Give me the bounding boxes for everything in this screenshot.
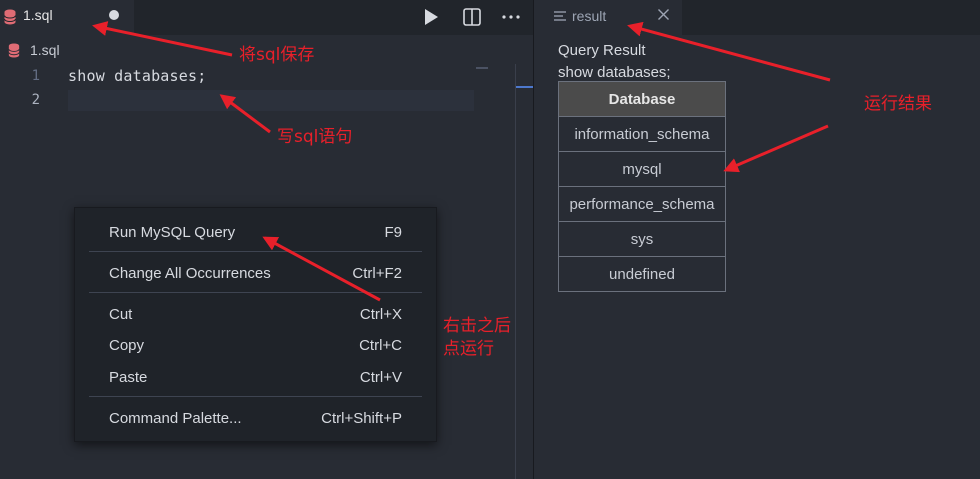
- line-number: 2: [31, 92, 40, 108]
- annotation-save: 将sql保存: [239, 45, 315, 65]
- menu-item-paste[interactable]: Paste Ctrl+V: [109, 366, 402, 390]
- table-row: mysql: [558, 151, 726, 187]
- menu-item-run-mysql-query[interactable]: Run MySQL Query F9: [109, 221, 402, 245]
- more-icon[interactable]: [500, 6, 522, 28]
- current-line-highlight: [68, 90, 474, 111]
- menu-item-change-all-occurrences[interactable]: Change All Occurrences Ctrl+F2: [109, 262, 402, 286]
- table-cell: sys: [558, 221, 726, 257]
- table-row: performance_schema: [558, 186, 726, 222]
- line-number: 1: [31, 68, 40, 84]
- editor-tab-title: 1.sql: [23, 7, 53, 23]
- table-cell: information_schema: [558, 116, 726, 152]
- menu-separator: [89, 251, 422, 252]
- query-result-header: Query Result show databases;: [558, 40, 671, 84]
- minimap[interactable]: [476, 67, 488, 69]
- table-cell: performance_schema: [558, 186, 726, 222]
- breadcrumb-file: 1.sql: [30, 42, 60, 58]
- menu-separator: [89, 292, 422, 293]
- menu-item-command-palette[interactable]: Command Palette... Ctrl+Shift+P: [109, 407, 402, 431]
- query-result-heading: Query Result: [558, 42, 646, 59]
- menu-item-copy[interactable]: Copy Ctrl+C: [109, 334, 402, 358]
- menu-item-cut[interactable]: Cut Ctrl+X: [109, 303, 402, 327]
- result-table: Database information_schema mysql perfor…: [558, 81, 726, 292]
- preview-lines-icon: [554, 11, 566, 21]
- table-cell: undefined: [558, 256, 726, 292]
- table-header-row: Database: [558, 81, 726, 117]
- scrollbar-cursor-marker: [516, 86, 533, 88]
- close-icon[interactable]: [657, 8, 670, 21]
- database-icon: [8, 43, 20, 58]
- menu-separator: [89, 396, 422, 397]
- database-icon: [4, 9, 16, 25]
- column-header-database: Database: [558, 81, 726, 117]
- table-row: information_schema: [558, 116, 726, 152]
- result-tab-title: result: [572, 8, 607, 24]
- annotation-result: 运行结果: [864, 94, 932, 114]
- annotation-write-sql: 写sql语句: [277, 127, 353, 147]
- split-editor-icon[interactable]: [461, 6, 483, 28]
- table-row: undefined: [558, 256, 726, 292]
- table-cell: mysql: [558, 151, 726, 187]
- unsaved-dot-icon[interactable]: [109, 10, 119, 20]
- context-menu: Run MySQL Query F9 Change All Occurrence…: [74, 207, 437, 442]
- vertical-scrollbar[interactable]: [515, 64, 516, 479]
- editor-tab[interactable]: 1.sql: [0, 0, 134, 35]
- code-line[interactable]: show databases;: [68, 67, 206, 85]
- table-row: sys: [558, 221, 726, 257]
- annotation-right-click-run: 右击之后 点运行: [443, 316, 511, 359]
- run-icon[interactable]: [420, 6, 442, 28]
